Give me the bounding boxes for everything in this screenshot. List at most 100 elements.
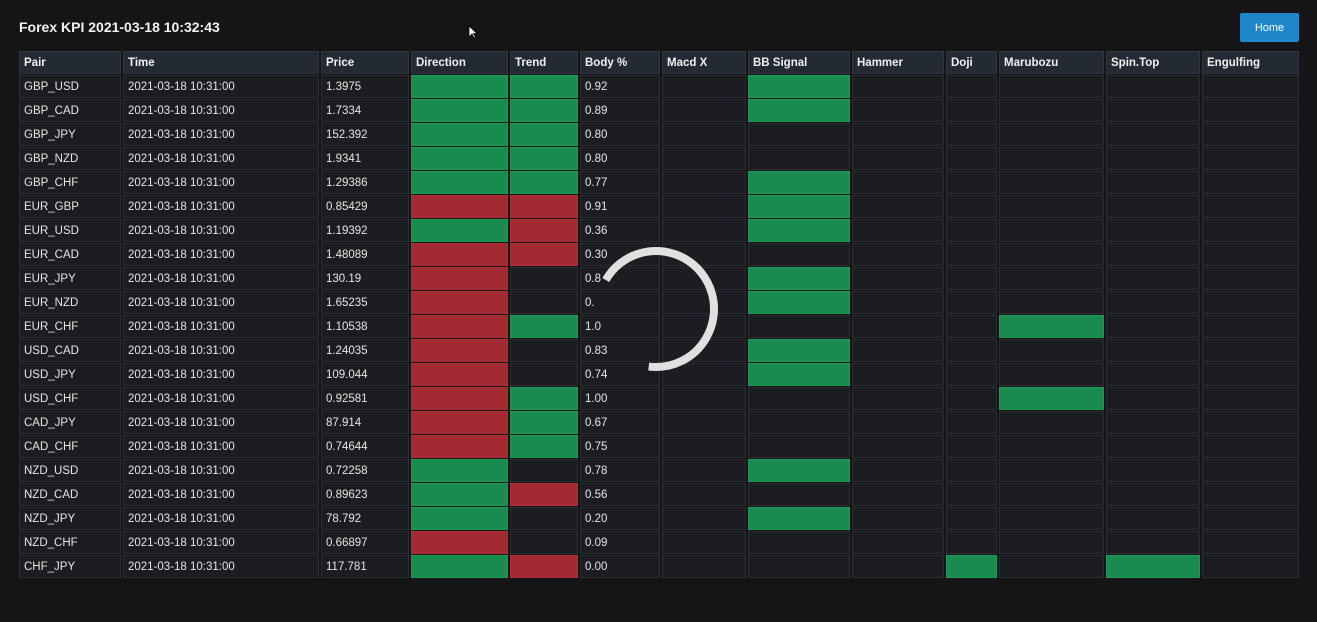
cell-doji bbox=[946, 411, 997, 434]
cell-doji bbox=[946, 555, 997, 578]
cell-doji bbox=[946, 483, 997, 506]
cell-engulfing bbox=[1202, 171, 1299, 194]
cell-macd bbox=[662, 219, 746, 242]
cell-marubozu bbox=[999, 291, 1104, 314]
cell-time: 2021-03-18 10:31:00 bbox=[123, 507, 319, 530]
cell-price: 117.781 bbox=[321, 555, 409, 578]
cell-marubozu bbox=[999, 411, 1104, 434]
cell-spintop bbox=[1106, 99, 1200, 122]
cell-bb bbox=[748, 171, 850, 194]
cell-marubozu bbox=[999, 219, 1104, 242]
cell-direction bbox=[411, 99, 508, 122]
cell-engulfing bbox=[1202, 531, 1299, 554]
cell-time: 2021-03-18 10:31:00 bbox=[123, 243, 319, 266]
cell-price: 1.3975 bbox=[321, 75, 409, 98]
cell-hammer bbox=[852, 291, 944, 314]
table-row: CHF_JPY 2021-03-18 10:31:00 117.781 0.00 bbox=[19, 555, 1299, 578]
cell-pair: EUR_JPY bbox=[19, 267, 121, 290]
col-header-body[interactable]: Body % bbox=[580, 51, 660, 74]
cell-bb bbox=[748, 387, 850, 410]
cell-marubozu bbox=[999, 339, 1104, 362]
cell-spintop bbox=[1106, 483, 1200, 506]
cell-time: 2021-03-18 10:31:00 bbox=[123, 459, 319, 482]
cell-macd bbox=[662, 459, 746, 482]
cell-price: 1.65235 bbox=[321, 291, 409, 314]
cell-spintop bbox=[1106, 435, 1200, 458]
cell-time: 2021-03-18 10:31:00 bbox=[123, 171, 319, 194]
col-header-time[interactable]: Time bbox=[123, 51, 319, 74]
cell-engulfing bbox=[1202, 195, 1299, 218]
cell-spintop bbox=[1106, 459, 1200, 482]
cell-pair: USD_CAD bbox=[19, 339, 121, 362]
cell-body: 0.91 bbox=[580, 195, 660, 218]
cell-doji bbox=[946, 459, 997, 482]
cell-time: 2021-03-18 10:31:00 bbox=[123, 99, 319, 122]
cell-pair: EUR_CAD bbox=[19, 243, 121, 266]
col-header-marubozu[interactable]: Marubozu bbox=[999, 51, 1104, 74]
cell-trend bbox=[510, 555, 578, 578]
cell-trend bbox=[510, 291, 578, 314]
cell-macd bbox=[662, 99, 746, 122]
col-header-bb-signal[interactable]: BB Signal bbox=[748, 51, 850, 74]
cell-body: 1.00 bbox=[580, 387, 660, 410]
col-header-trend[interactable]: Trend bbox=[510, 51, 578, 74]
col-header-hammer[interactable]: Hammer bbox=[852, 51, 944, 74]
cell-spintop bbox=[1106, 75, 1200, 98]
cell-macd bbox=[662, 75, 746, 98]
cell-price: 130.19 bbox=[321, 267, 409, 290]
cell-bb bbox=[748, 435, 850, 458]
col-header-doji[interactable]: Doji bbox=[946, 51, 997, 74]
cell-direction bbox=[411, 483, 508, 506]
cell-hammer bbox=[852, 99, 944, 122]
cell-doji bbox=[946, 507, 997, 530]
cell-spintop bbox=[1106, 291, 1200, 314]
cell-marubozu bbox=[999, 171, 1104, 194]
cell-hammer bbox=[852, 387, 944, 410]
cell-time: 2021-03-18 10:31:00 bbox=[123, 267, 319, 290]
cell-direction bbox=[411, 531, 508, 554]
cell-pair: GBP_CHF bbox=[19, 171, 121, 194]
col-header-pair[interactable]: Pair bbox=[19, 51, 121, 74]
cell-hammer bbox=[852, 339, 944, 362]
cell-pair: NZD_CAD bbox=[19, 483, 121, 506]
cell-body: 0.80 bbox=[580, 123, 660, 146]
cell-hammer bbox=[852, 483, 944, 506]
cell-trend bbox=[510, 75, 578, 98]
table-row: GBP_JPY 2021-03-18 10:31:00 152.392 0.80 bbox=[19, 123, 1299, 146]
cell-bb bbox=[748, 555, 850, 578]
cell-doji bbox=[946, 243, 997, 266]
cell-trend bbox=[510, 243, 578, 266]
cell-direction bbox=[411, 267, 508, 290]
home-button[interactable]: Home bbox=[1240, 13, 1299, 42]
cell-bb bbox=[748, 99, 850, 122]
col-header-engulfing[interactable]: Engulfing bbox=[1202, 51, 1299, 74]
col-header-macd[interactable]: Macd X bbox=[662, 51, 746, 74]
cell-bb bbox=[748, 291, 850, 314]
cell-bb bbox=[748, 363, 850, 386]
cell-doji bbox=[946, 387, 997, 410]
cell-trend bbox=[510, 411, 578, 434]
page-title: Forex KPI 2021-03-18 10:32:43 bbox=[19, 19, 220, 35]
cell-spintop bbox=[1106, 507, 1200, 530]
cell-macd bbox=[662, 123, 746, 146]
col-header-spin-top[interactable]: Spin.Top bbox=[1106, 51, 1200, 74]
cell-pair: EUR_CHF bbox=[19, 315, 121, 338]
cell-trend bbox=[510, 507, 578, 530]
cell-direction bbox=[411, 459, 508, 482]
cell-macd bbox=[662, 387, 746, 410]
col-header-direction[interactable]: Direction bbox=[411, 51, 508, 74]
cell-engulfing bbox=[1202, 123, 1299, 146]
cell-price: 1.10538 bbox=[321, 315, 409, 338]
col-header-price[interactable]: Price bbox=[321, 51, 409, 74]
cell-body: 0.09 bbox=[580, 531, 660, 554]
cell-engulfing bbox=[1202, 243, 1299, 266]
cell-bb bbox=[748, 267, 850, 290]
cell-time: 2021-03-18 10:31:00 bbox=[123, 147, 319, 170]
cell-trend bbox=[510, 531, 578, 554]
cell-bb bbox=[748, 243, 850, 266]
cell-pair: USD_CHF bbox=[19, 387, 121, 410]
cell-time: 2021-03-18 10:31:00 bbox=[123, 195, 319, 218]
cell-marubozu bbox=[999, 507, 1104, 530]
cell-direction bbox=[411, 75, 508, 98]
cell-pair: GBP_USD bbox=[19, 75, 121, 98]
